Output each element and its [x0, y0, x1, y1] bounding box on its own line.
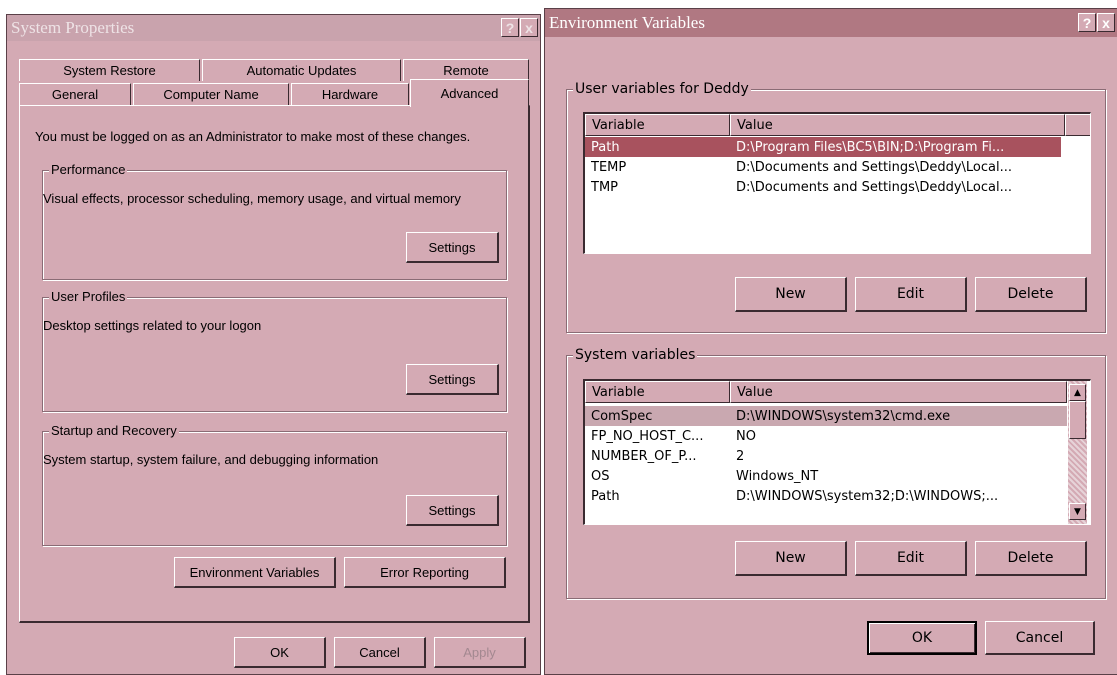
variable-name: TMP [591, 179, 618, 195]
variable-value: D:\WINDOWS\system32;D:\WINDOWS;... [736, 488, 999, 504]
performance-group: Performance Visual effects, processor sc… [42, 162, 507, 280]
variable-value: 2 [736, 448, 745, 464]
system-variables-column-value[interactable]: Value [730, 381, 1067, 403]
startup-recovery-settings-button[interactable]: Settings [406, 495, 499, 526]
tab-advanced[interactable]: Advanced [410, 79, 529, 107]
system-new-button[interactable]: New [735, 541, 847, 576]
environment-variables-title: Environment Variables [549, 13, 705, 32]
user-profiles-group: User Profiles Desktop settings related t… [42, 289, 507, 412]
environment-variables-titlebar[interactable]: Environment Variables ? x [545, 9, 1117, 37]
system-edit-button[interactable]: Edit [855, 541, 967, 576]
arrow-down-icon: ▼ [1074, 506, 1081, 517]
help-icon: ? [1082, 14, 1092, 31]
close-button[interactable]: x [520, 18, 538, 37]
system-variable-row[interactable]: ComSpec D:\WINDOWS\system32\cmd.exe [585, 406, 1067, 426]
system-variables-label: System variables [573, 347, 698, 363]
scroll-up-button[interactable]: ▲ [1069, 384, 1086, 401]
scroll-down-button[interactable]: ▼ [1069, 503, 1086, 520]
variable-name: TEMP [591, 159, 627, 175]
variable-name: OS [591, 468, 610, 484]
system-variable-row[interactable]: FP_NO_HOST_C... NO [585, 426, 1067, 446]
scroll-thumb[interactable] [1069, 401, 1086, 439]
ok-button[interactable]: OK [234, 637, 326, 668]
variable-name: NUMBER_OF_P... [591, 448, 697, 464]
system-variables-list[interactable]: Variable Value ComSpec D:\WINDOWS\system… [583, 379, 1091, 525]
env-help-button[interactable]: ? [1078, 13, 1096, 32]
user-variables-column-variable[interactable]: Variable [585, 114, 730, 136]
tab-computer-name[interactable]: Computer Name [133, 83, 289, 105]
variable-value: Windows_NT [736, 468, 819, 484]
performance-settings-button[interactable]: Settings [406, 232, 499, 263]
system-properties-titlebar[interactable]: System Properties ? x [7, 15, 540, 41]
user-edit-button[interactable]: Edit [855, 277, 967, 312]
env-cancel-button[interactable]: Cancel [985, 621, 1095, 655]
variable-name: Path [591, 139, 620, 155]
cancel-button[interactable]: Cancel [334, 637, 426, 668]
user-new-button[interactable]: New [735, 277, 847, 312]
env-close-button[interactable]: x [1097, 13, 1115, 32]
variable-name: FP_NO_HOST_C... [591, 428, 704, 444]
tab-general[interactable]: General [19, 83, 131, 105]
user-profiles-description: Desktop settings related to your logon [43, 318, 262, 333]
help-button[interactable]: ? [501, 18, 519, 37]
variable-value: D:\Documents and Settings\Deddy\Local... [736, 159, 1012, 175]
performance-description: Visual effects, processor scheduling, me… [43, 191, 461, 206]
system-variables-scrollbar[interactable]: ▲ ▼ [1068, 381, 1087, 524]
arrow-up-icon: ▲ [1074, 387, 1081, 398]
system-properties-window: System Properties ? x System Restore Aut… [6, 14, 541, 675]
startup-recovery-label: Startup and Recovery [49, 423, 179, 438]
user-variables-column-value[interactable]: Value [730, 114, 1065, 136]
help-icon: ? [505, 19, 515, 36]
user-variable-row[interactable]: TEMP D:\Documents and Settings\Deddy\Loc… [585, 157, 1061, 177]
tab-automatic-updates[interactable]: Automatic Updates [202, 59, 401, 81]
system-properties-title: System Properties [11, 18, 135, 37]
env-ok-button[interactable]: OK [867, 621, 977, 655]
system-variable-row[interactable]: Path D:\WINDOWS\system32;D:\WINDOWS;... [585, 486, 1067, 506]
variable-value: NO [736, 428, 756, 444]
user-delete-button[interactable]: Delete [975, 277, 1087, 312]
variable-value: D:\WINDOWS\system32\cmd.exe [736, 408, 951, 424]
user-variable-row[interactable]: Path D:\Program Files\BC5\BIN;D:\Program… [585, 137, 1061, 157]
environment-variables-button[interactable]: Environment Variables [174, 557, 336, 588]
variable-value: D:\Program Files\BC5\BIN;D:\Program Fi..… [736, 139, 1005, 155]
user-variable-row[interactable]: TMP D:\Documents and Settings\Deddy\Loca… [585, 177, 1061, 197]
startup-recovery-description: System startup, system failure, and debu… [43, 452, 379, 467]
tab-system-restore[interactable]: System Restore [19, 59, 200, 81]
error-reporting-button[interactable]: Error Reporting [344, 557, 506, 588]
variable-name: ComSpec [591, 408, 653, 424]
user-variables-label: User variables for Deddy [573, 81, 751, 97]
system-variable-row[interactable]: NUMBER_OF_P... 2 [585, 446, 1067, 466]
close-icon: x [1102, 14, 1110, 31]
user-profiles-settings-button[interactable]: Settings [406, 364, 499, 395]
apply-button[interactable]: Apply [434, 637, 526, 668]
admin-note: You must be logged on as an Administrato… [35, 129, 471, 144]
tab-remote[interactable]: Remote [403, 59, 529, 81]
system-variables-column-variable[interactable]: Variable [585, 381, 730, 403]
performance-label: Performance [49, 162, 128, 177]
tab-hardware[interactable]: Hardware [291, 83, 409, 105]
startup-recovery-group: Startup and Recovery System startup, sys… [42, 423, 507, 546]
user-profiles-label: User Profiles [49, 289, 128, 304]
close-icon: x [525, 19, 533, 36]
user-variables-column-filler [1065, 114, 1090, 136]
system-variable-row[interactable]: OS Windows_NT [585, 466, 1067, 486]
user-variables-list[interactable]: Variable Value Path D:\Program Files\BC5… [583, 112, 1091, 254]
system-delete-button[interactable]: Delete [975, 541, 1087, 576]
environment-variables-window: Environment Variables ? x User variables… [544, 8, 1117, 675]
variable-value: D:\Documents and Settings\Deddy\Local... [736, 179, 1012, 195]
variable-name: Path [591, 488, 620, 504]
